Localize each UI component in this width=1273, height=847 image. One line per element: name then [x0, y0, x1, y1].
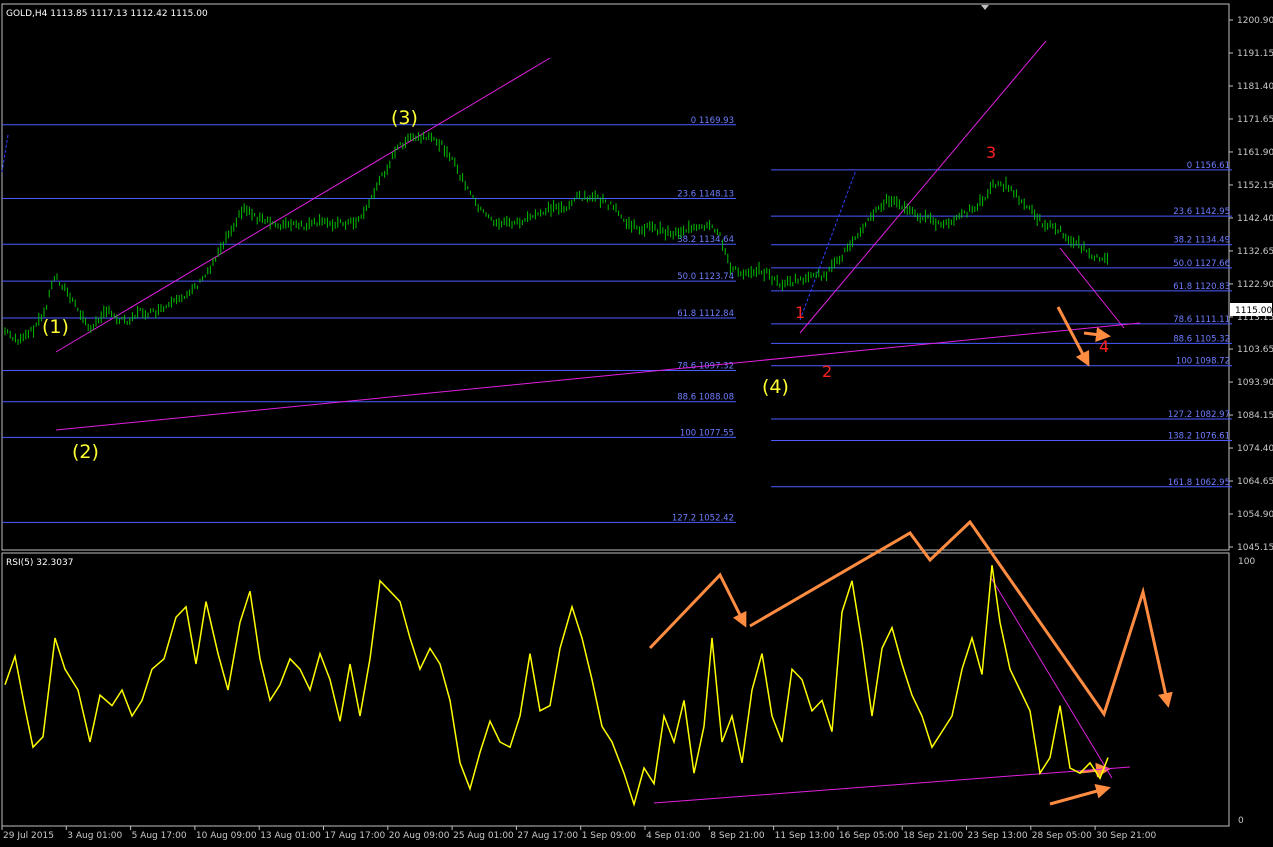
time-tick-label: 17 Aug 17:00: [325, 831, 386, 841]
time-tick-label: 8 Sep 21:00: [710, 831, 765, 841]
price-tick-label: 1054.90: [1237, 510, 1273, 520]
price-chart: 0 1169.93 23.6 1148.13 38.2 1134.64 50.0 11…: [1, 3, 1273, 841]
dotted-channel-left: [1, 134, 9, 173]
wave-label-4: (4): [762, 376, 789, 398]
time-tick-label: 3 Aug 01:00: [67, 831, 122, 841]
subwave-label-4: 4: [1099, 337, 1109, 356]
rsi-axis-top: 100: [1238, 557, 1255, 567]
time-tick-label: 13 Aug 01:00: [260, 831, 321, 841]
chart-shift-marker-icon[interactable]: [981, 5, 989, 10]
time-tick-label: 1 Sep 09:00: [582, 831, 637, 841]
price-tick-label: 1200.90: [1237, 16, 1273, 26]
price-tick-label: 1152.15: [1237, 181, 1273, 191]
time-tick-label: 30 Sep 21:00: [1096, 831, 1156, 841]
rsi-arrows: [648, 519, 1173, 806]
fib-label-left: 23.6 1148.13: [677, 190, 734, 200]
symbol-info: GOLD,H4 1113.85 1117.13 1112.42 1115.00: [6, 9, 208, 19]
rsi-support-line[interactable]: [653, 766, 1131, 804]
price-tick-label: 1093.90: [1237, 378, 1273, 388]
price-axis: 1200.90 1191.15 1181.40 1171.65 1161.90 1152.…: [1229, 16, 1273, 553]
price-tick-label: 1181.40: [1237, 82, 1273, 92]
time-tick-label: 27 Aug 17:00: [517, 831, 578, 841]
down-arrow-icon: [1056, 306, 1090, 367]
trendline-descending[interactable]: [1059, 247, 1125, 329]
current-price-label: 1115.00: [1235, 306, 1272, 316]
rsi-up-arrow-icon: [1049, 783, 1111, 806]
time-tick-label: 5 Aug 17:00: [132, 831, 187, 841]
fib-label-left: 50.0 1123.74: [677, 272, 734, 282]
price-tick-label: 1171.65: [1237, 115, 1273, 125]
price-tick-label: 1084.15: [1237, 411, 1273, 421]
price-tick-label: 1191.15: [1237, 49, 1273, 59]
rsi-line: [4, 565, 1109, 808]
time-tick-label: 28 Sep 05:00: [1032, 831, 1092, 841]
fib-label-right: 138.2 1076.61: [1168, 432, 1230, 442]
wave-label-2: (2): [72, 441, 99, 463]
price-panel-frame: [1, 3, 1230, 551]
fib-label-left: 78.6 1097.32: [677, 361, 734, 371]
fib-label-left: 88.6 1088.08: [677, 393, 734, 403]
trend-lines: [1, 40, 1141, 431]
fib-label-left: 38.2 1134.64: [677, 235, 734, 245]
fib-label-left: 127.2 1052.42: [672, 513, 734, 523]
fib-label-right: 100 1098.72: [1176, 357, 1230, 367]
fib-label-left: 100 1077.55: [680, 428, 734, 438]
subwave-label-1: 1: [795, 303, 805, 322]
fib-label-right: 0 1156.61: [1187, 161, 1230, 171]
time-tick-label: 29 Jul 2015: [3, 831, 54, 841]
time-tick-label: 18 Sep 21:00: [903, 831, 963, 841]
fib-label-right: 127.2 1082.97: [1168, 410, 1230, 420]
rsi-panel-frame: [1, 552, 1230, 827]
time-axis: 29 Jul 2015 3 Aug 01:00 5 Aug 17:00 10 Aug …: [1, 826, 1156, 841]
rsi-info: RSI(5) 32.3037: [6, 558, 73, 568]
fib-label-right: 88.6 1105.32: [1173, 334, 1230, 344]
rsi-axis-bottom: 0: [1238, 816, 1244, 826]
subwave-label-2: 2: [822, 362, 832, 381]
price-tick-label: 1103.65: [1237, 345, 1273, 355]
price-tick-label: 1045.15: [1237, 543, 1273, 553]
time-tick-label: 4 Sep 01:00: [646, 831, 701, 841]
price-tick-label: 1074.40: [1237, 444, 1273, 454]
price-tick-label: 1132.65: [1237, 247, 1273, 257]
fib-label-right: 78.6 1111.11: [1173, 315, 1230, 325]
wave-label-3: (3): [391, 107, 418, 129]
time-tick-label: 10 Aug 09:00: [196, 831, 257, 841]
time-tick-label: 23 Sep 13:00: [968, 831, 1028, 841]
rsi-zigzag-arrow-icon: [648, 572, 747, 650]
time-tick-label: 11 Sep 13:00: [775, 831, 835, 841]
time-tick-label: 16 Sep 05:00: [839, 831, 899, 841]
price-tick-label: 1122.90: [1237, 280, 1273, 290]
price-tick-label: 1161.90: [1237, 148, 1273, 158]
fibonacci-levels: 0 1169.93 23.6 1148.13 38.2 1134.64 50.0 11…: [2, 116, 1232, 523]
fib-label-left: 61.8 1112.84: [677, 309, 734, 319]
price-tick-label: 1142.40: [1237, 214, 1273, 224]
chart-window: 0 1169.93 23.6 1148.13 38.2 1134.64 50.0 11…: [0, 0, 1273, 847]
fib-label-right: 50.0 1127.66: [1173, 259, 1230, 269]
subwave-label-3: 3: [986, 143, 996, 162]
time-tick-label: 25 Aug 01:00: [453, 831, 514, 841]
fib-label-right: 61.8 1120.83: [1173, 282, 1230, 292]
trendline-lower-support[interactable]: [55, 322, 1141, 431]
fib-label-left: 0 1169.93: [691, 116, 734, 126]
price-tick-label: 1064.65: [1237, 477, 1273, 487]
rsi-resistance-line[interactable]: [989, 575, 1113, 779]
fib-label-right: 38.2 1134.49: [1173, 236, 1230, 246]
time-tick-label: 20 Aug 09:00: [389, 831, 450, 841]
fib-label-right: 23.6 1142.95: [1173, 207, 1230, 217]
wave-label-1: (1): [42, 316, 69, 338]
fib-label-right: 161.8 1062.95: [1168, 478, 1230, 488]
right-arrow-icon: [1083, 327, 1111, 342]
